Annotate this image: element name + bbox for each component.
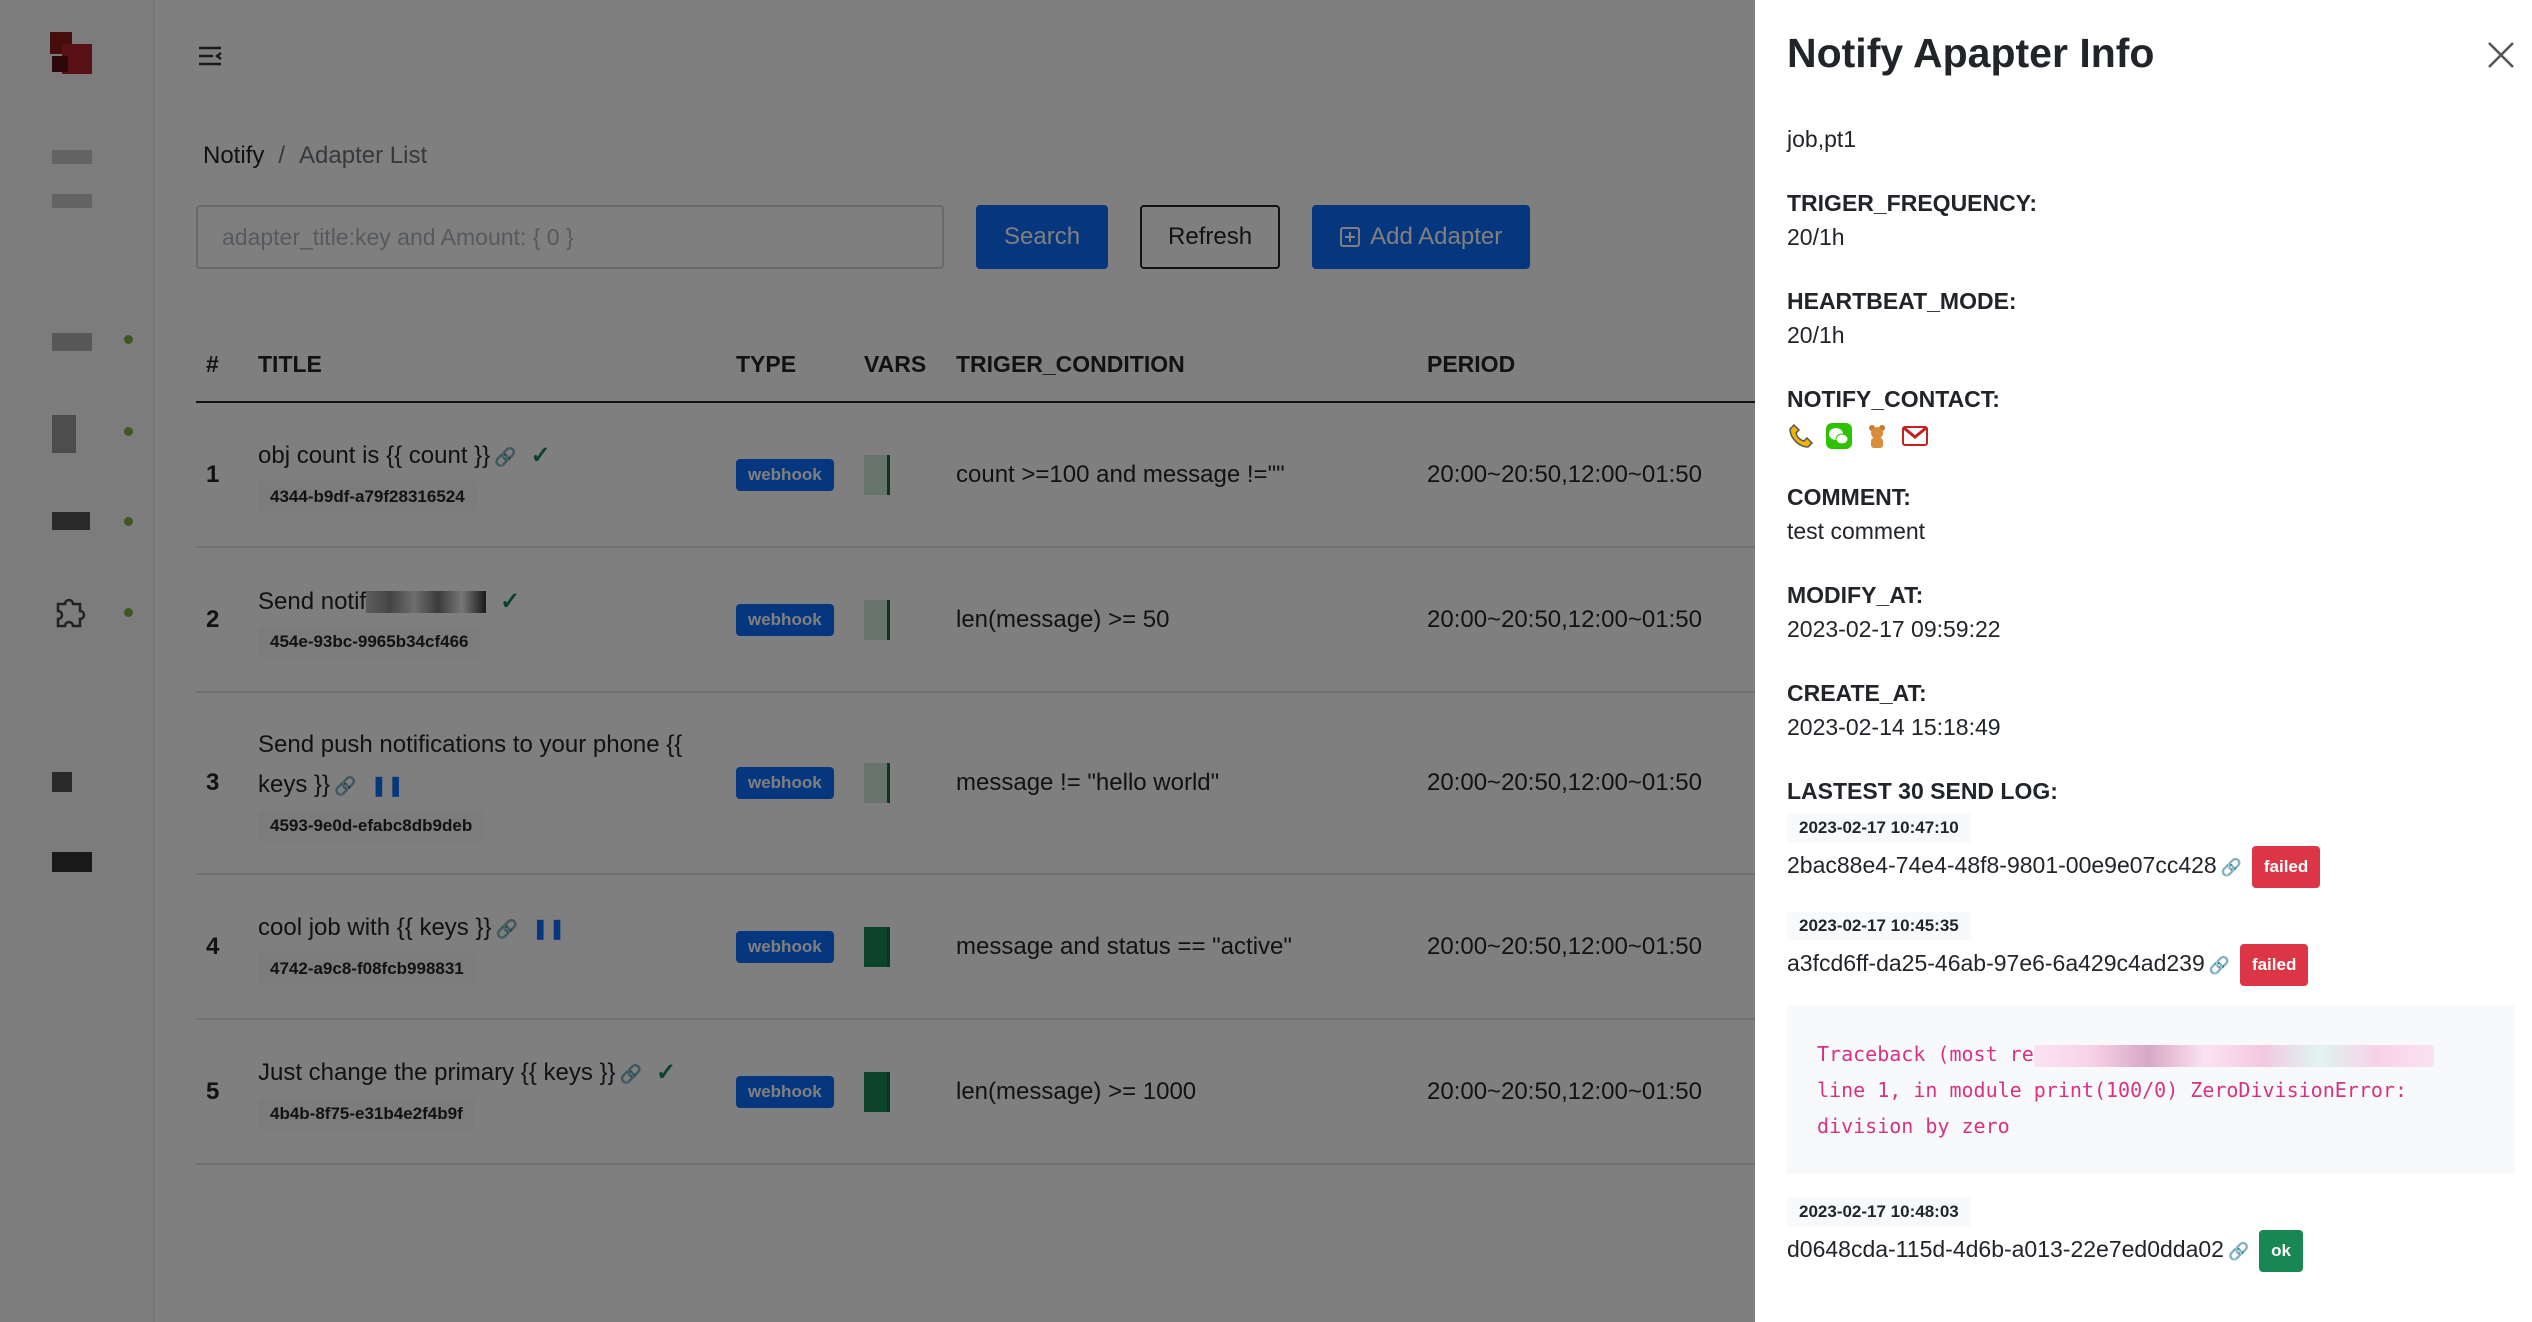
- wechat-icon[interactable]: [1825, 422, 1853, 450]
- field-label: CREATE_AT:: [1787, 680, 1927, 706]
- log-entry: 2023-02-17 10:45:35 a3fcd6ff-da25-46ab-9…: [1787, 912, 2517, 1174]
- field-label: NOTIFY_CONTACT:: [1787, 386, 2000, 412]
- redacted-text: [2033, 1044, 2434, 1067]
- log-entry: 2023-02-17 10:48:03 d0648cda-115d-4d6b-a…: [1787, 1198, 2517, 1272]
- field-label: COMMENT:: [1787, 484, 1911, 510]
- phone-icon[interactable]: [1787, 422, 1815, 450]
- send-log-label: LASTEST 30 SEND LOG:: [1787, 778, 2058, 804]
- field-comment: COMMENT: test comment: [1787, 480, 2517, 548]
- traceback-line: Traceback (most re: [1817, 1042, 2034, 1066]
- log-time: 2023-02-17 10:45:35: [1787, 912, 1971, 940]
- field-label: TRIGER_FREQUENCY:: [1787, 190, 2038, 216]
- log-time: 2023-02-17 10:47:10: [1787, 814, 1971, 842]
- adapter-info-drawer: Notify Apapter Info job,pt1 TRIGER_FREQU…: [1755, 0, 2532, 1322]
- field-modify-at: MODIFY_AT: 2023-02-17 09:59:22: [1787, 578, 2517, 646]
- contact-icons: [1787, 422, 2517, 450]
- drawer-body: job,pt1 TRIGER_FREQUENCY: 20/1h HEARTBEA…: [1787, 122, 2517, 1296]
- field-value: 20/1h: [1787, 224, 1845, 250]
- link-icon[interactable]: 🔗: [2228, 1242, 2249, 1261]
- log-time: 2023-02-17 10:48:03: [1787, 1198, 1971, 1226]
- field-value: 2023-02-17 09:59:22: [1787, 616, 2001, 642]
- gmail-icon[interactable]: [1901, 422, 1929, 450]
- status-badge: failed: [2251, 846, 2321, 888]
- log-id[interactable]: d0648cda-115d-4d6b-a013-22e7ed0dda02: [1787, 1236, 2224, 1262]
- drawer-title: Notify Apapter Info: [1787, 30, 2155, 76]
- status-badge: failed: [2239, 944, 2309, 986]
- field-heartbeat-mode: HEARTBEAT_MODE: 20/1h: [1787, 284, 2517, 352]
- close-icon[interactable]: [2484, 38, 2518, 72]
- traceback-line: line 1, in module print(100/0) ZeroDivis…: [1817, 1078, 2408, 1102]
- link-icon[interactable]: 🔗: [2209, 956, 2230, 975]
- traceback-block: Traceback (most re line 1, in module pri…: [1787, 1006, 2515, 1174]
- link-icon[interactable]: 🔗: [2221, 858, 2242, 877]
- field-value: 20/1h: [1787, 322, 1845, 348]
- status-badge: ok: [2259, 1230, 2303, 1272]
- field-label: MODIFY_AT:: [1787, 582, 1924, 608]
- field-label: HEARTBEAT_MODE:: [1787, 288, 2017, 314]
- log-entry: 2023-02-17 10:47:10 2bac88e4-74e4-48f8-9…: [1787, 814, 2517, 888]
- log-id[interactable]: 2bac88e4-74e4-48f8-9801-00e9e07cc428: [1787, 852, 2217, 878]
- field-notify-contact: NOTIFY_CONTACT:: [1787, 382, 2517, 450]
- traceback-line: division by zero: [1817, 1114, 2010, 1138]
- field-value: 2023-02-14 15:18:49: [1787, 714, 2001, 740]
- field-create-at: CREATE_AT: 2023-02-14 15:18:49: [1787, 676, 2517, 744]
- job-name: job,pt1: [1787, 126, 1857, 152]
- field-value: test comment: [1787, 518, 1926, 544]
- bear-icon[interactable]: [1863, 422, 1891, 450]
- field-triger-frequency: TRIGER_FREQUENCY: 20/1h: [1787, 186, 2517, 254]
- log-id[interactable]: a3fcd6ff-da25-46ab-97e6-6a429c4ad239: [1787, 950, 2205, 976]
